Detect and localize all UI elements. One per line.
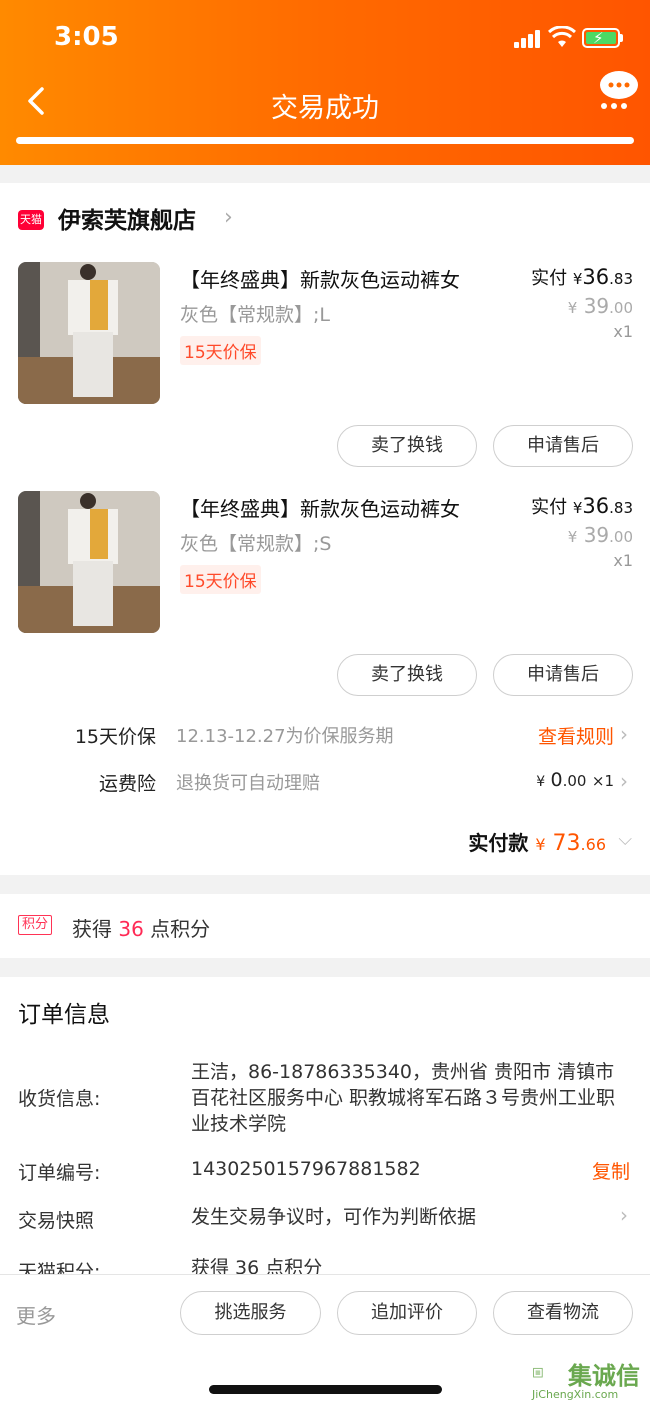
snapshot-value[interactable]: 发生交易争议时，可作为判断依据 bbox=[191, 1204, 629, 1230]
header-underline bbox=[16, 137, 634, 144]
orig-int: 39 bbox=[583, 523, 610, 547]
sell-button[interactable]: 卖了换钱 bbox=[337, 425, 477, 467]
view-logistics-button[interactable]: 查看物流 bbox=[493, 1291, 633, 1335]
order-number-value: 1430250157967881582 bbox=[191, 1158, 421, 1180]
points-text: 获得 36 点积分 bbox=[72, 913, 210, 942]
original-price: ¥ 39.00 bbox=[568, 294, 633, 318]
quantity: x1 bbox=[613, 322, 633, 341]
price-protect-tag: 15天价保 bbox=[180, 565, 261, 594]
paid-int: 36 bbox=[582, 494, 610, 518]
shop-name[interactable]: 伊索芙旗舰店 bbox=[58, 201, 196, 235]
cellular-signal-icon bbox=[514, 30, 542, 48]
order-number-label: 订单编号: bbox=[18, 1162, 101, 1184]
more-button[interactable]: 更多 bbox=[16, 1300, 56, 1329]
currency: ¥ bbox=[572, 499, 583, 517]
amount-dec: .00 bbox=[562, 772, 587, 790]
shipping-insurance-desc: 退换货可自动理赔 bbox=[176, 773, 320, 794]
chevron-down-icon[interactable]: ⌵ bbox=[618, 829, 632, 850]
receiver-label: 收货信息: bbox=[18, 1088, 101, 1110]
total-amount: ¥ 73.66 bbox=[535, 831, 606, 856]
status-time: 3:05 bbox=[54, 22, 119, 52]
amount-int: 0 bbox=[550, 769, 563, 791]
product-title: 【年终盛典】新款灰色运动裤女 bbox=[180, 497, 460, 521]
quantity: ×1 bbox=[591, 772, 614, 790]
copy-button[interactable]: 复制 bbox=[592, 1157, 630, 1184]
battery-tip bbox=[620, 34, 623, 42]
chevron-right-icon: › bbox=[620, 769, 628, 793]
shipping-insurance-row[interactable]: 运费险 退换货可自动理赔 ¥ 0.00 ×1 › bbox=[0, 769, 650, 799]
total-label: 实付款 bbox=[468, 831, 529, 855]
orig-dec: .00 bbox=[609, 528, 633, 546]
wifi-icon bbox=[548, 26, 576, 47]
tmall-badge: 天猫 bbox=[18, 210, 44, 230]
currency: ¥ bbox=[567, 299, 578, 317]
add-review-button[interactable]: 追加评价 bbox=[337, 1291, 477, 1335]
currency: ¥ bbox=[535, 835, 546, 854]
header: 3:05 ⚡ 交易成功 bbox=[0, 0, 650, 165]
home-indicator[interactable] bbox=[209, 1385, 442, 1394]
points-prefix: 获得 bbox=[72, 917, 112, 941]
shipping-insurance-label: 运费险 bbox=[98, 773, 156, 795]
paid-dec: .83 bbox=[609, 499, 633, 517]
product-title: 【年终盛典】新款灰色运动裤女 bbox=[180, 268, 460, 292]
currency: ¥ bbox=[572, 270, 583, 288]
currency: ¥ bbox=[567, 528, 578, 546]
points-suffix: 点积分 bbox=[150, 917, 211, 941]
original-price: ¥ 39.00 bbox=[568, 523, 633, 547]
watermark-text: 集诚信 bbox=[568, 1362, 640, 1390]
message-icon[interactable] bbox=[598, 70, 640, 110]
amount-dec: .66 bbox=[580, 835, 606, 854]
price-protect-row[interactable]: 15天价保 12.13-12.27为价保服务期 查看规则 › bbox=[0, 722, 650, 752]
receiver-value: 王洁，86-18786335340，贵州省 贵阳市 清镇市 百花社区服务中心 职… bbox=[191, 1061, 616, 1135]
sell-button[interactable]: 卖了换钱 bbox=[337, 654, 477, 696]
points-badge: 积分 bbox=[18, 915, 53, 935]
page-title: 交易成功 bbox=[271, 93, 379, 124]
quantity: x1 bbox=[613, 551, 633, 570]
currency: ¥ bbox=[536, 774, 546, 790]
select-service-button[interactable]: 挑选服务 bbox=[180, 1291, 321, 1335]
price-protect-desc: 12.13-12.27为价保服务期 bbox=[176, 726, 394, 747]
product-thumbnail[interactable] bbox=[18, 491, 160, 633]
chevron-right-icon[interactable]: › bbox=[224, 205, 233, 230]
points-card: 积分 获得 36 点积分 bbox=[0, 894, 650, 958]
shipping-insurance-amount: ¥ 0.00 ×1 bbox=[536, 769, 614, 791]
chevron-right-icon[interactable]: › bbox=[620, 1203, 628, 1227]
order-info-title: 订单信息 bbox=[18, 1002, 110, 1028]
product-sku: 灰色【常规款】;L bbox=[180, 304, 330, 326]
watermark-logo-icon bbox=[533, 1367, 543, 1378]
paid-int: 36 bbox=[582, 265, 610, 289]
snapshot-label[interactable]: 交易快照 bbox=[18, 1206, 94, 1233]
price-protect-label: 15天价保 bbox=[74, 726, 156, 748]
orig-int: 39 bbox=[583, 294, 610, 318]
price-protect-tag: 15天价保 bbox=[180, 336, 261, 365]
paid-price: 实付 ¥36.83 bbox=[531, 493, 633, 519]
chevron-right-icon: › bbox=[620, 722, 628, 746]
battery-icon: ⚡ bbox=[582, 28, 620, 48]
amount-int: 73 bbox=[552, 831, 581, 856]
points-value: 36 bbox=[118, 917, 144, 941]
paid-label: 实付 bbox=[531, 268, 568, 289]
product-item[interactable]: 【年终盛典】新款灰色运动裤女 灰色【常规款】;S 15天价保 实付 ¥36.83… bbox=[0, 491, 650, 721]
view-rules-link[interactable]: 查看规则 bbox=[538, 722, 614, 749]
paid-label: 实付 bbox=[531, 497, 568, 518]
product-sku: 灰色【常规款】;S bbox=[180, 533, 332, 555]
after-sales-button[interactable]: 申请售后 bbox=[493, 425, 633, 467]
paid-dec: .83 bbox=[609, 270, 633, 288]
paid-price: 实付 ¥36.83 bbox=[531, 264, 633, 290]
product-item[interactable]: 【年终盛典】新款灰色运动裤女 灰色【常规款】;L 15天价保 实付 ¥36.83… bbox=[0, 262, 650, 492]
order-info-card: 订单信息 收货信息: 王洁，86-18786335340，贵州省 贵阳市 清镇市… bbox=[0, 977, 650, 1283]
orig-dec: .00 bbox=[609, 299, 633, 317]
after-sales-button[interactable]: 申请售后 bbox=[493, 654, 633, 696]
total-paid: 实付款 ¥ 73.66 bbox=[468, 827, 606, 856]
product-thumbnail[interactable] bbox=[18, 262, 160, 404]
watermark-subtext: JiChengXin.com bbox=[532, 1388, 619, 1401]
shop-card: 天猫 伊索芙旗舰店 › 【年终盛典】新款灰色运动裤女 灰色【常规款】;L 15天… bbox=[0, 183, 650, 875]
